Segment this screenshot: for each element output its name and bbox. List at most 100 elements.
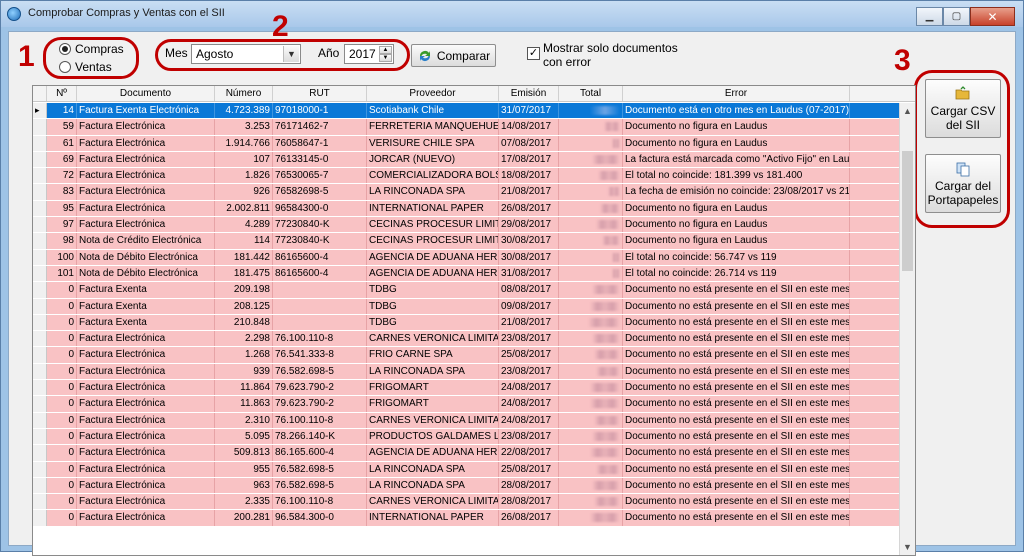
table-row[interactable]: 59 Factura Electrónica 3.253 76171462-7 FERR… [33, 119, 900, 136]
table-row[interactable]: 0 Factura Exenta 210.848 TDBG 21/08/2017 Docu… [33, 314, 900, 332]
row-indicator[interactable] [33, 184, 47, 200]
title-bar[interactable]: Comprobar Compras y Ventas con el SII ▁ … [1, 1, 1023, 27]
row-indicator[interactable] [33, 363, 47, 380]
table-row[interactable]: 0 Factura Electrónica 509.813 86.165.600-4 A… [33, 445, 900, 462]
table-row[interactable]: 0 Factura Electrónica 1.268 76.541.333-8 FRI… [33, 347, 900, 364]
radio-ventas[interactable]: Ventas [59, 60, 112, 74]
cell-proveedor: LA RINCONADA SPA [367, 477, 499, 494]
table-row[interactable]: 0 Factura Electrónica 939 76.582.698-5 LA RI… [33, 363, 900, 381]
cell-proveedor: FRIGOMART [367, 380, 499, 396]
grid-header-rut[interactable]: RUT [273, 86, 367, 101]
radio-compras-indicator[interactable] [59, 43, 71, 55]
table-row[interactable]: 0 Factura Electrónica 200.281 96.584.300-0 I… [33, 510, 900, 527]
radio-ventas-indicator[interactable] [59, 61, 71, 73]
row-indicator[interactable] [33, 396, 47, 412]
table-row[interactable]: 72 Factura Electrónica 1.826 76530065-7 COME… [33, 168, 900, 185]
grid-header-emision[interactable]: Emisión [499, 86, 559, 101]
table-row[interactable]: 0 Factura Electrónica 2.298 76.100.110-8 CAR… [33, 331, 900, 348]
cell-numero-orden: 0 [47, 428, 77, 445]
row-indicator[interactable] [33, 282, 47, 298]
row-indicator[interactable] [33, 477, 47, 494]
row-indicator[interactable] [33, 461, 47, 477]
cell-numero-orden: 0 [47, 494, 77, 510]
scroll-down-icon[interactable]: ▼ [900, 539, 915, 555]
grid-header-numero[interactable]: Número [215, 86, 273, 101]
radio-ventas-label: Ventas [75, 60, 112, 74]
grid-header-proveedor[interactable]: Proveedor [367, 86, 499, 101]
row-indicator[interactable] [33, 249, 47, 265]
load-clipboard-button[interactable]: Cargar del Portapapeles [925, 154, 1001, 213]
row-indicator[interactable] [33, 331, 47, 347]
row-indicator[interactable] [33, 380, 47, 396]
chevron-down-icon[interactable]: ▼ [283, 46, 299, 62]
row-indicator[interactable] [33, 428, 47, 445]
table-row[interactable]: 0 Factura Electrónica 963 76.582.698-5 LA RI… [33, 477, 900, 495]
table-row[interactable]: 0 Factura Electrónica 955 76.582.698-5 LA RI… [33, 461, 900, 478]
year-spinner-buttons[interactable]: ▲ ▼ [379, 46, 392, 62]
table-row[interactable]: 83 Factura Electrónica 926 76582698-5 LA RIN… [33, 184, 900, 201]
grid-header-error[interactable]: Error [623, 86, 850, 101]
table-row[interactable]: 101 Nota de Débito Electrónica 181.475 8616… [33, 265, 900, 283]
table-row[interactable]: 0 Factura Electrónica 5.095 78.266.140-K PRO… [33, 428, 900, 446]
scrollbar-thumb[interactable] [902, 151, 913, 271]
table-row[interactable]: 0 Factura Electrónica 2.335 76.100.110-8 CAR… [33, 494, 900, 511]
row-indicator[interactable] [33, 200, 47, 217]
cell-emision: 23/08/2017 [499, 331, 559, 347]
year-spinner[interactable]: 2017 ▲ ▼ [344, 44, 394, 64]
cell-numero-orden: 69 [47, 151, 77, 168]
row-indicator[interactable] [33, 347, 47, 363]
load-csv-button[interactable]: Cargar CSV del SII [925, 79, 1001, 138]
cell-documento: Factura Electrónica [77, 477, 215, 494]
row-indicator[interactable]: ▸ [33, 103, 47, 119]
cell-numero: 3.253 [215, 119, 273, 135]
table-row[interactable]: 0 Factura Electrónica 2.310 76.100.110-8 CAR… [33, 412, 900, 429]
row-indicator[interactable] [33, 119, 47, 135]
row-indicator[interactable] [33, 298, 47, 314]
row-indicator[interactable] [33, 135, 47, 151]
row-indicator[interactable] [33, 314, 47, 331]
table-row[interactable]: 0 Factura Exenta 209.198 TDBG 08/08/2017 Docu… [33, 282, 900, 299]
table-row[interactable]: 0 Factura Exenta 208.125 TDBG 09/08/2017 Docu… [33, 298, 900, 315]
row-indicator[interactable] [33, 494, 47, 510]
cell-documento: Factura Electrónica [77, 331, 215, 347]
documents-grid[interactable]: Nº Documento Número RUT Proveedor Emisió… [32, 85, 916, 556]
table-row[interactable]: 97 Factura Electrónica 4.289 77230840-K CECI… [33, 217, 900, 234]
spin-down-icon[interactable]: ▼ [379, 54, 392, 62]
grid-header-documento[interactable]: Documento [77, 86, 215, 101]
row-indicator[interactable] [33, 412, 47, 428]
minimize-button[interactable]: ▁ [916, 7, 943, 26]
cell-total [559, 510, 623, 526]
table-row[interactable]: 0 Factura Electrónica 11.864 79.623.790-2 FR… [33, 380, 900, 397]
row-indicator[interactable] [33, 510, 47, 526]
table-row[interactable]: 69 Factura Electrónica 107 76133145-0 JORCAR… [33, 151, 900, 169]
radio-compras[interactable]: Compras [59, 42, 124, 56]
row-indicator[interactable] [33, 168, 47, 184]
table-row[interactable]: ▸ 14 Factura Exenta Electrónica 4.723.389 97… [33, 103, 900, 120]
spin-up-icon[interactable]: ▲ [379, 46, 392, 54]
table-row[interactable]: 0 Factura Electrónica 11.863 79.623.790-2 FR… [33, 396, 900, 413]
cell-proveedor: FRIO CARNE SPA [367, 347, 499, 363]
radio-compras-label: Compras [75, 42, 124, 56]
grid-header-total[interactable]: Total [559, 86, 623, 101]
table-row[interactable]: 95 Factura Electrónica 2.002.811 96584300-0… [33, 200, 900, 218]
close-button[interactable]: ✕ [970, 7, 1015, 26]
show-errors-checkbox[interactable]: ✓ [527, 47, 540, 60]
grid-header-numero-orden[interactable]: Nº [47, 86, 77, 101]
compare-button[interactable]: Comparar [411, 44, 496, 67]
row-indicator[interactable] [33, 217, 47, 233]
cell-error: Documento no está presente en el SII en … [623, 461, 850, 477]
table-row[interactable]: 100 Nota de Débito Electrónica 181.442 8616… [33, 249, 900, 266]
vertical-scrollbar[interactable]: ▲ ▼ [899, 103, 915, 555]
cell-numero-orden: 0 [47, 314, 77, 331]
maximize-button[interactable]: ▢ [943, 7, 970, 26]
obscured-total [588, 317, 620, 327]
cell-numero-orden: 83 [47, 184, 77, 200]
month-select[interactable]: Agosto ▼ [191, 44, 301, 64]
scroll-up-icon[interactable]: ▲ [900, 103, 915, 119]
row-indicator[interactable] [33, 265, 47, 282]
table-row[interactable]: 61 Factura Electrónica 1.914.766 76058647-1… [33, 135, 900, 152]
row-indicator[interactable] [33, 445, 47, 461]
row-indicator[interactable] [33, 151, 47, 168]
table-row[interactable]: 98 Nota de Crédito Electrónica 114 77230840… [33, 233, 900, 250]
row-indicator[interactable] [33, 233, 47, 249]
